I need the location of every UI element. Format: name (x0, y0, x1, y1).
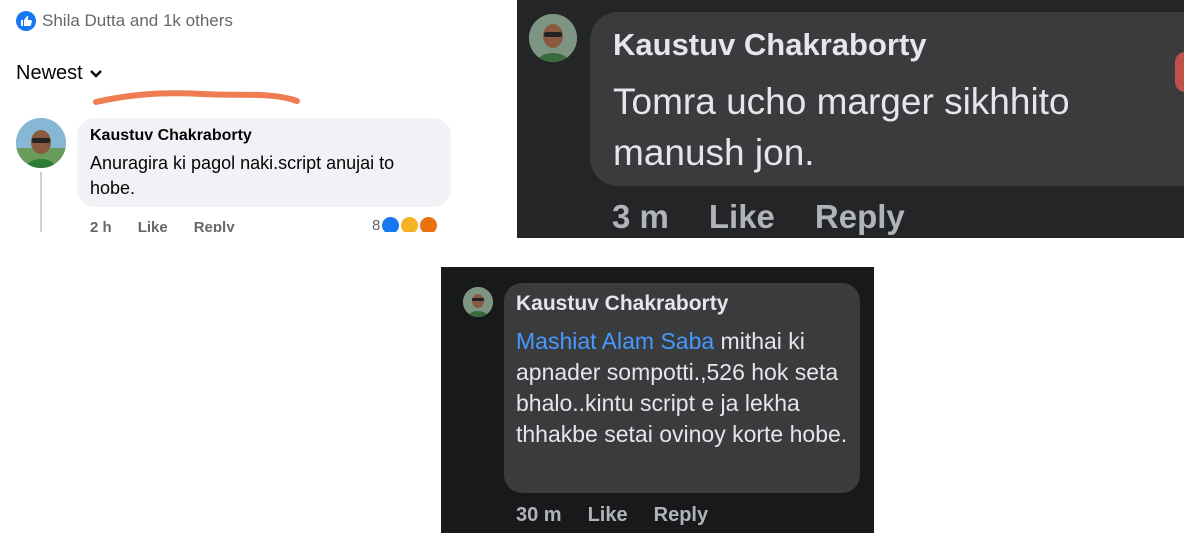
like-reaction-icon (16, 11, 36, 31)
comment-actions: 30 m Like Reply (516, 504, 708, 527)
comment-panel-light: Shila Dutta and 1k others Newest Kaustuv… (0, 0, 470, 232)
reaction-summary[interactable]: Shila Dutta and 1k others (16, 11, 233, 31)
comment-panel-dark: Kaustuv Chakraborty Mashiat Alam Saba mi… (441, 267, 874, 533)
comment-actions: 2 h Like Reply (90, 219, 235, 232)
avatar[interactable] (463, 287, 493, 317)
mention-link[interactable]: Mashiat Alam Saba (516, 328, 714, 354)
like-button[interactable]: Like (709, 198, 775, 236)
chevron-down-icon (89, 69, 102, 78)
sort-label: Newest (16, 62, 83, 84)
comment-timestamp[interactable]: 30 m (516, 504, 562, 527)
reply-button[interactable]: Reply (815, 198, 905, 236)
sort-dropdown[interactable]: Newest (16, 62, 103, 85)
comment-bubble: Kaustuv Chakraborty Anuragira ki pagol n… (77, 118, 451, 207)
avatar[interactable] (16, 118, 66, 168)
highlight-scribble (93, 90, 300, 105)
like-button[interactable]: Like (588, 504, 628, 527)
reaction-count: 8 (372, 217, 381, 232)
reaction-badge (1175, 52, 1184, 92)
comment-text: Anuragira ki pagol naki.script anujai to… (90, 153, 395, 198)
like-reaction-icon (382, 217, 400, 232)
comment-author[interactable]: Kaustuv Chakraborty (90, 127, 252, 145)
comment-author[interactable]: Kaustuv Chakraborty (516, 292, 728, 316)
comment-bubble: Kaustuv Chakraborty Tomra ucho marger si… (590, 12, 1184, 186)
comment-text: Mashiat Alam Saba mithai ki apnader somp… (516, 326, 852, 450)
comment-reactions[interactable]: 8 (372, 217, 438, 232)
reply-button[interactable]: Reply (654, 504, 708, 527)
comment-timestamp[interactable]: 2 h (90, 219, 112, 232)
comment-author[interactable]: Kaustuv Chakraborty (613, 27, 927, 63)
comment-panel-dark-zoomed: Kaustuv Chakraborty Tomra ucho marger si… (517, 0, 1184, 238)
comment-text: Tomra ucho marger sikhhito manush jon. (613, 81, 1070, 173)
haha-reaction-icon (401, 217, 419, 232)
angry-reaction-icon (420, 217, 438, 232)
reaction-summary-text: Shila Dutta and 1k others (42, 11, 233, 30)
like-button[interactable]: Like (138, 219, 168, 232)
thread-line (40, 172, 42, 232)
comment-actions: 3 m Like Reply (612, 198, 905, 236)
comment-timestamp[interactable]: 3 m (612, 198, 669, 236)
avatar[interactable] (529, 14, 577, 62)
reply-button[interactable]: Reply (194, 219, 235, 232)
comment-bubble: Kaustuv Chakraborty Mashiat Alam Saba mi… (504, 283, 860, 493)
